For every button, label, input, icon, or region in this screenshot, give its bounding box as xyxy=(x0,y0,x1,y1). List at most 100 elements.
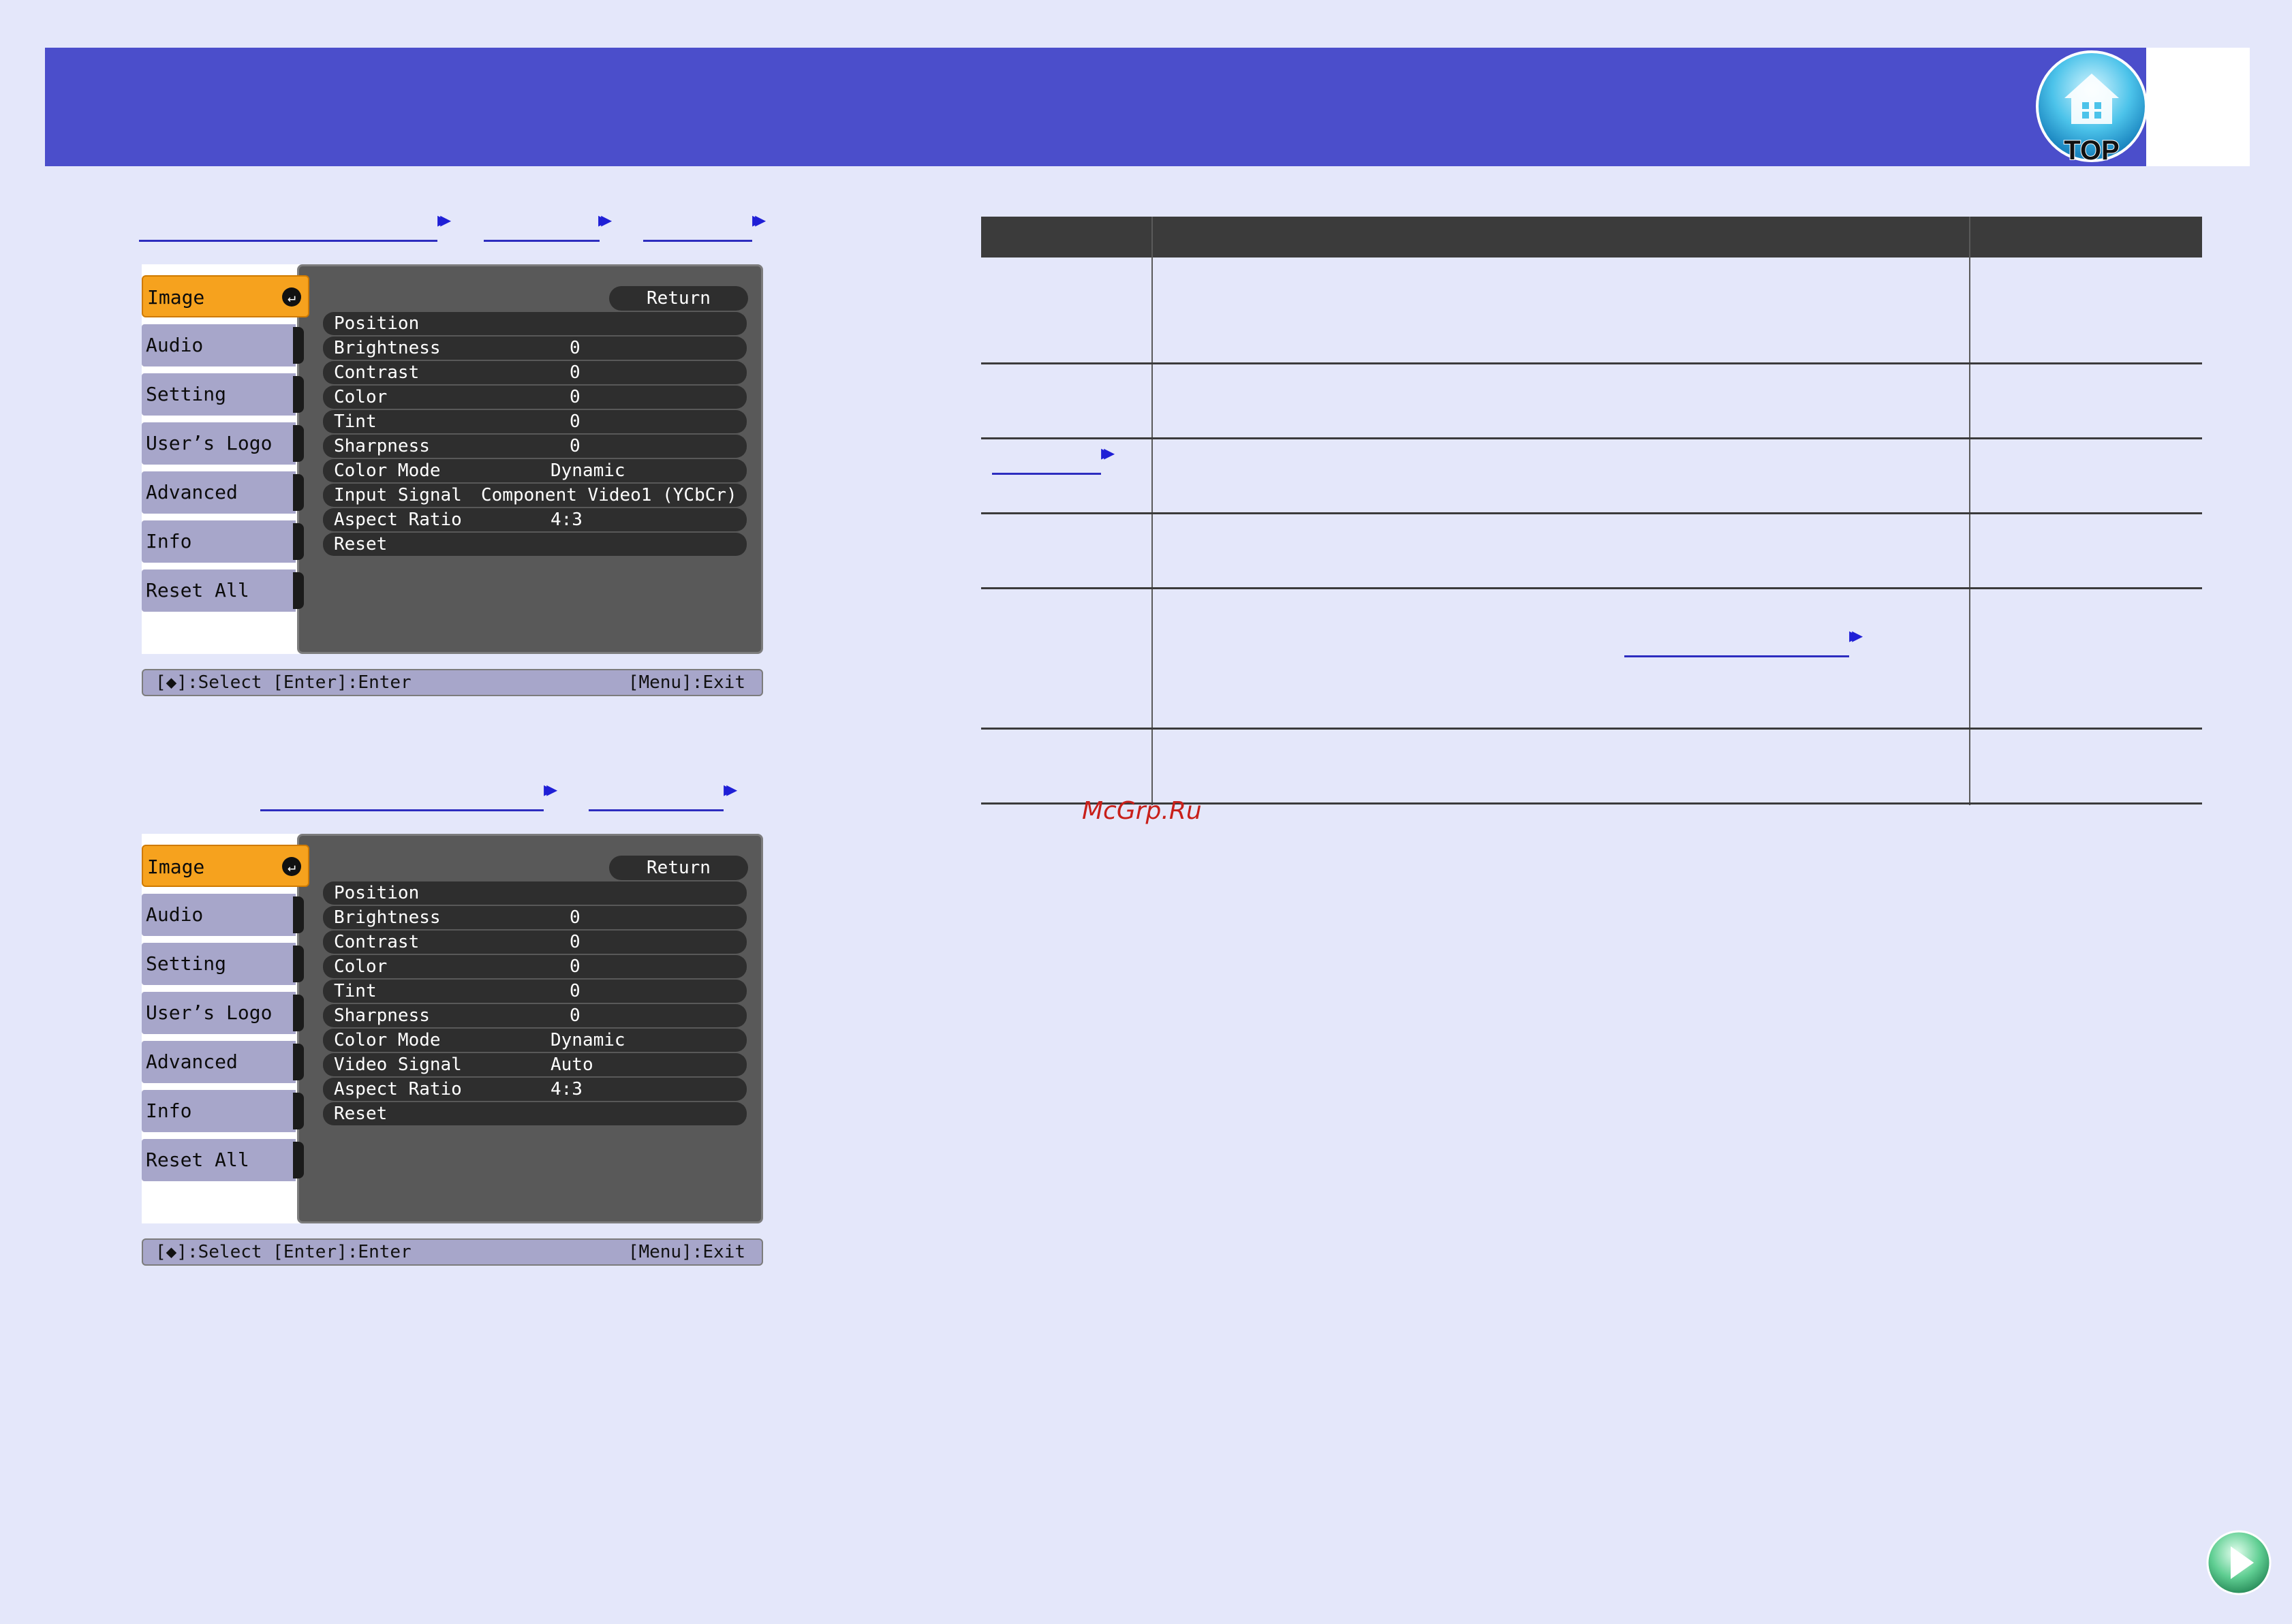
double-chevron-right-icon: ▸▸ xyxy=(598,206,612,232)
row-label: Reset xyxy=(334,534,388,555)
double-chevron-right-icon: ▸▸ xyxy=(724,776,737,802)
sidebar-item-setting[interactable]: Setting xyxy=(142,943,304,985)
row-value: 0 xyxy=(570,338,580,358)
table-column-divider xyxy=(1969,217,1970,805)
link-underline[interactable] xyxy=(484,237,600,242)
sidebar-item-setting[interactable]: Setting xyxy=(142,373,304,416)
header-banner xyxy=(45,48,2146,166)
row-value: 0 xyxy=(570,436,580,456)
sidebar-item-label: Reset All xyxy=(146,1149,249,1171)
table-header xyxy=(981,217,2202,257)
row-value: Auto xyxy=(551,1055,593,1075)
row-label: Tint xyxy=(334,981,377,1001)
header-corner xyxy=(2146,48,2250,166)
enter-icon: ↵ xyxy=(282,287,301,307)
sidebar-item-users-logo[interactable]: User’s Logo xyxy=(142,422,304,465)
row-label: Reset xyxy=(334,1104,388,1124)
link-underline[interactable] xyxy=(589,807,724,811)
row-label: Video Signal xyxy=(334,1055,462,1075)
row-value: 0 xyxy=(570,907,580,928)
menu-row-reset[interactable]: Reset xyxy=(323,533,747,556)
menu-row-color-mode[interactable]: Color Mode Dynamic xyxy=(323,1029,747,1052)
menu-row-position[interactable]: Position xyxy=(323,881,747,905)
table-row-divider xyxy=(981,728,2202,730)
link-underline[interactable] xyxy=(992,470,1101,475)
menu-row-video-signal[interactable]: Video Signal Auto xyxy=(323,1053,747,1076)
next-page-icon[interactable] xyxy=(2205,1529,2273,1597)
row-value: 0 xyxy=(570,362,580,383)
menu-row-aspect-ratio[interactable]: Aspect Ratio 4:3 xyxy=(323,1078,747,1101)
menu-status-bar: [◆]:Select [Enter]:Enter [Menu]:Exit xyxy=(142,669,763,696)
home-top-icon[interactable]: TOP xyxy=(2033,48,2150,170)
table-row-divider xyxy=(981,587,2202,589)
row-value: 4:3 xyxy=(551,1079,583,1099)
return-button[interactable]: Return xyxy=(609,286,748,311)
link-underline[interactable] xyxy=(1624,653,1849,657)
menu-row-input-signal[interactable]: Input Signal Component Video1 (YCbCr) xyxy=(323,484,747,507)
sidebar-item-advanced[interactable]: Advanced xyxy=(142,1041,304,1083)
row-label: Color xyxy=(334,387,388,407)
sidebar-item-users-logo[interactable]: User’s Logo xyxy=(142,992,304,1034)
menu-row-position[interactable]: Position xyxy=(323,312,747,335)
row-label: Position xyxy=(334,883,420,903)
sidebar-item-advanced[interactable]: Advanced xyxy=(142,471,304,514)
row-label: Color Mode xyxy=(334,1030,441,1050)
sidebar-item-label: Image xyxy=(147,286,205,309)
row-value: 0 xyxy=(570,932,580,952)
sidebar-item-label: Info xyxy=(146,1099,192,1122)
row-label: Contrast xyxy=(334,362,420,383)
menu-row-brightness[interactable]: Brightness 0 xyxy=(323,906,747,929)
menu-row-color[interactable]: Color 0 xyxy=(323,386,747,409)
row-label: Contrast xyxy=(334,932,420,952)
row-label: Aspect Ratio xyxy=(334,510,462,530)
menu-row-contrast[interactable]: Contrast 0 xyxy=(323,361,747,384)
menu-row-color[interactable]: Color 0 xyxy=(323,955,747,978)
row-value: 0 xyxy=(570,1005,580,1026)
row-label: Sharpness xyxy=(334,436,430,456)
row-label: Tint xyxy=(334,411,377,432)
menu-row-tint[interactable]: Tint 0 xyxy=(323,410,747,433)
row-value: 0 xyxy=(570,387,580,407)
double-chevron-right-icon: ▸▸ xyxy=(437,206,451,232)
row-label: Color xyxy=(334,956,388,977)
table-row-divider xyxy=(981,512,2202,514)
sidebar-item-image[interactable]: Image ↵ xyxy=(142,845,309,887)
status-select-enter: [◆]:Select [Enter]:Enter xyxy=(155,1242,412,1262)
double-chevron-right-icon: ▸▸ xyxy=(752,206,766,232)
double-chevron-right-icon: ▸▸ xyxy=(1101,439,1115,465)
menu-row-aspect-ratio[interactable]: Aspect Ratio 4:3 xyxy=(323,508,747,531)
projector-menu-2: Image ↵ Audio Setting User’s Logo Advanc… xyxy=(142,834,763,1270)
sidebar-item-info[interactable]: Info xyxy=(142,520,304,563)
link-underline[interactable] xyxy=(139,237,437,242)
row-label: Brightness xyxy=(334,338,441,358)
sidebar-item-label: Reset All xyxy=(146,579,249,602)
return-button[interactable]: Return xyxy=(609,856,748,880)
menu-row-color-mode[interactable]: Color Mode Dynamic xyxy=(323,459,747,482)
table-row-divider xyxy=(981,437,2202,439)
sidebar-item-image[interactable]: Image ↵ xyxy=(142,275,309,317)
sidebar-item-audio[interactable]: Audio xyxy=(142,894,304,936)
sidebar-item-info[interactable]: Info xyxy=(142,1090,304,1132)
double-chevron-right-icon: ▸▸ xyxy=(1849,622,1863,648)
sidebar-item-label: Audio xyxy=(146,903,204,926)
menu-row-reset[interactable]: Reset xyxy=(323,1102,747,1125)
row-value: 0 xyxy=(570,411,580,432)
sidebar-item-reset-all[interactable]: Reset All xyxy=(142,569,304,612)
status-exit: [Menu]:Exit xyxy=(628,1242,745,1262)
row-label: Aspect Ratio xyxy=(334,1079,462,1099)
projector-menu-1: Image ↵ Audio Setting User’s Logo Advanc… xyxy=(142,264,763,700)
menu-row-contrast[interactable]: Contrast 0 xyxy=(323,931,747,954)
link-underline[interactable] xyxy=(643,237,752,242)
row-value: Dynamic xyxy=(551,460,625,481)
sidebar-item-audio[interactable]: Audio xyxy=(142,324,304,366)
enter-icon: ↵ xyxy=(282,857,301,876)
menu-row-sharpness[interactable]: Sharpness 0 xyxy=(323,1004,747,1027)
menu-row-tint[interactable]: Tint 0 xyxy=(323,980,747,1003)
row-value: Component Video1 (YCbCr) xyxy=(481,485,737,505)
row-label: Position xyxy=(334,313,420,334)
link-underline[interactable] xyxy=(260,807,544,811)
menu-row-sharpness[interactable]: Sharpness 0 xyxy=(323,435,747,458)
sidebar-item-label: Image xyxy=(147,856,205,878)
sidebar-item-reset-all[interactable]: Reset All xyxy=(142,1139,304,1181)
menu-row-brightness[interactable]: Brightness 0 xyxy=(323,337,747,360)
